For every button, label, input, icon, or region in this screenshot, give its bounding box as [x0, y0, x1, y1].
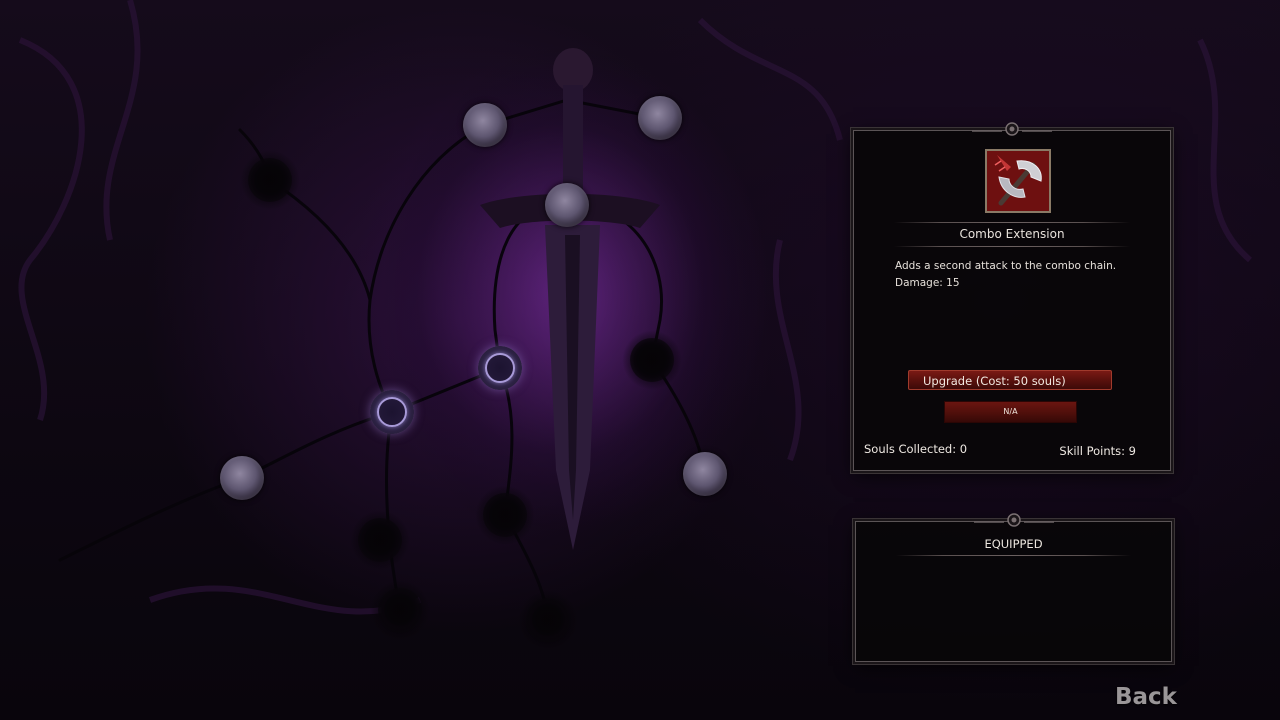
skill-node-right-lower[interactable]: [683, 452, 727, 496]
skill-description: Adds a second attack to the combo chain.…: [895, 258, 1155, 292]
skill-icon: [985, 149, 1051, 213]
skill-detail-panel: Combo Extension Adds a second attack to …: [853, 122, 1171, 471]
skill-node-top-center[interactable]: [463, 103, 507, 147]
skill-node-bottom-left[interactable]: [370, 580, 430, 640]
equip-button[interactable]: N/A: [944, 401, 1077, 423]
skill-node-mid-right[interactable]: [622, 330, 682, 390]
back-button[interactable]: Back: [1115, 684, 1177, 710]
skill-description-line: Adds a second attack to the combo chain.: [895, 260, 1117, 272]
panel-ornament: [972, 122, 1052, 136]
skill-node-left-upper[interactable]: [240, 150, 300, 210]
skill-node-lower-left[interactable]: [350, 510, 410, 570]
skill-node-far-left[interactable]: [220, 456, 264, 500]
skill-tree-screen: Combo Extension Adds a second attack to …: [0, 0, 1280, 720]
skill-node-left-mid[interactable]: [370, 390, 414, 434]
skill-points-counter: Skill Points: 9: [1059, 444, 1136, 458]
skill-node-top-right[interactable]: [638, 96, 682, 140]
souls-collected-counter: Souls Collected: 0: [864, 442, 968, 456]
skill-name: Combo Extension: [959, 227, 1065, 241]
divider: [896, 555, 1131, 556]
skill-node-lower-center[interactable]: [475, 485, 535, 545]
divider: [894, 246, 1130, 247]
upgrade-button[interactable]: Upgrade (Cost: 50 souls): [908, 370, 1112, 390]
equipped-panel: EQUIPPED: [855, 513, 1172, 662]
equipped-title: EQUIPPED: [984, 537, 1043, 551]
crossed-axes-icon: [987, 151, 1049, 211]
skill-node-mid-center[interactable]: [478, 346, 522, 390]
divider: [894, 222, 1130, 223]
skill-node-bottom-center[interactable]: [518, 590, 578, 650]
panel-ornament: [973, 513, 1054, 527]
skill-node-sword-guard[interactable]: [545, 183, 589, 227]
skill-damage-line: Damage: 15: [895, 277, 960, 289]
